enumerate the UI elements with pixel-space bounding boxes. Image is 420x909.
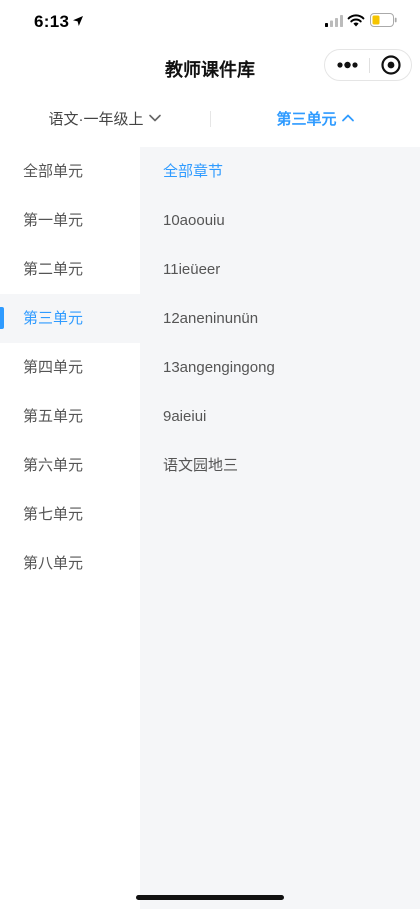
sidebar-item-unit-3[interactable]: 第三单元 (0, 294, 140, 343)
chapter-item[interactable]: 11ieüeer (140, 245, 420, 294)
filter-bar: 语文·一年级上 第三单元 (0, 96, 420, 146)
chapter-item-all[interactable]: 全部章节 (140, 147, 420, 196)
chapter-item[interactable]: 12aneninunün (140, 294, 420, 343)
unit-dropdown[interactable]: 第三单元 (211, 96, 420, 140)
more-dots-icon (337, 61, 358, 69)
sidebar-item-all-units[interactable]: 全部单元 (0, 147, 140, 196)
chapter-item[interactable]: 10aoouiu (140, 196, 420, 245)
battery-icon (370, 13, 397, 27)
home-indicator (136, 895, 284, 900)
sidebar-item-unit-4[interactable]: 第四单元 (0, 343, 140, 392)
sidebar-item-unit-7[interactable]: 第七单元 (0, 490, 140, 539)
sidebar-item-unit-1[interactable]: 第一单元 (0, 196, 140, 245)
cellular-signal-icon (325, 15, 343, 27)
sidebar-item-unit-8[interactable]: 第八单元 (0, 539, 140, 588)
chevron-down-icon (148, 114, 161, 122)
location-arrow-icon (73, 16, 83, 26)
sidebar-item-unit-6[interactable]: 第六单元 (0, 441, 140, 490)
status-bar: 6:13 (0, 0, 420, 44)
textbook-dropdown[interactable]: 语文·一年级上 (0, 96, 210, 140)
textbook-label: 语文·一年级上 (48, 110, 144, 128)
chapter-item[interactable]: 9aieiui (140, 392, 420, 441)
chapter-item[interactable]: 语文园地三 (140, 441, 420, 490)
unit-label: 第三单元 (276, 110, 337, 128)
target-circle-icon (381, 55, 401, 75)
chapter-panel: 全部章节 10aoouiu 11ieüeer 12aneninunün 13an… (140, 147, 420, 909)
sidebar-item-unit-2[interactable]: 第二单元 (0, 245, 140, 294)
wifi-icon (347, 14, 365, 27)
close-button[interactable] (370, 50, 412, 80)
chevron-up-icon (341, 114, 354, 122)
unit-sidebar: 全部单元 第一单元 第二单元 第三单元 第四单元 第五单元 第六单元 第七单元 … (0, 147, 140, 909)
active-indicator (0, 307, 4, 329)
sidebar-item-unit-5[interactable]: 第五单元 (0, 392, 140, 441)
status-time: 6:13 (34, 12, 70, 31)
chapter-item[interactable]: 13angengingong (140, 343, 420, 392)
mini-program-capsule (324, 49, 412, 81)
more-button[interactable] (325, 50, 369, 80)
nav-bar: 教师课件库 (0, 44, 420, 90)
